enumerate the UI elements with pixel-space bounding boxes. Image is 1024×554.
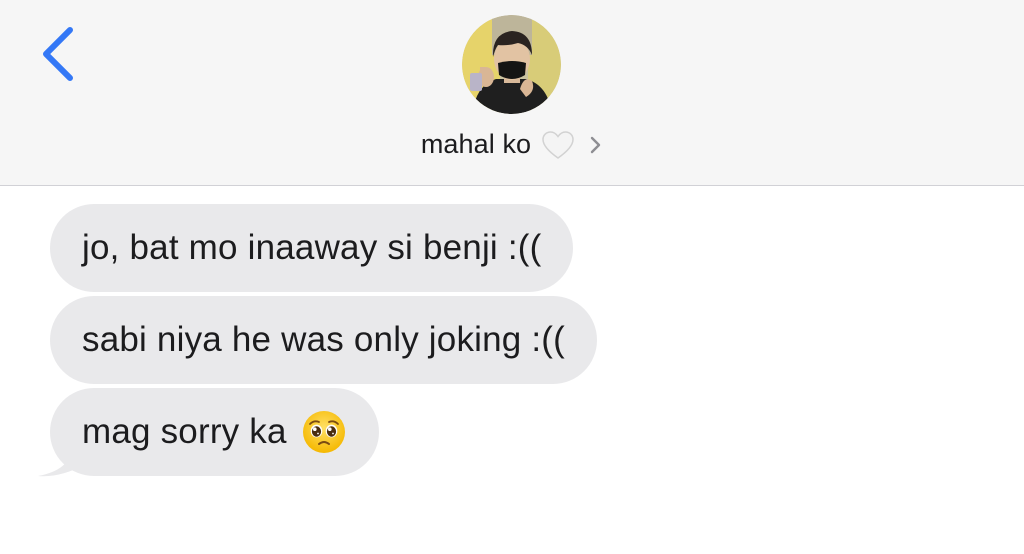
message-text: jo, bat mo inaaway si benji :(( — [82, 228, 542, 267]
back-button[interactable] — [34, 24, 82, 84]
conversation-header: mahal ko — [0, 0, 1024, 186]
contact-avatar[interactable] — [462, 15, 561, 114]
white-heart-icon — [541, 130, 575, 160]
received-message-bubble[interactable]: jo, bat mo inaaway si benji :(( — [50, 204, 574, 292]
contact-details-row[interactable]: mahal ko — [0, 122, 1024, 166]
chevron-left-icon — [43, 27, 73, 81]
avatar-photo — [462, 15, 561, 114]
received-message-bubble[interactable]: mag sorry ka — [50, 388, 379, 476]
message-thread: jo, bat mo inaaway si benji :(( sabi niy… — [0, 186, 1024, 554]
contact-name: mahal ko — [420, 128, 532, 159]
message-text: mag sorry ka — [82, 412, 287, 451]
received-message-bubble[interactable]: sabi niya he was only joking :(( — [50, 296, 598, 384]
message-text: sabi niya he was only joking :(( — [82, 320, 566, 359]
pleading-face-icon — [301, 409, 347, 455]
chevron-right-icon — [589, 134, 603, 156]
